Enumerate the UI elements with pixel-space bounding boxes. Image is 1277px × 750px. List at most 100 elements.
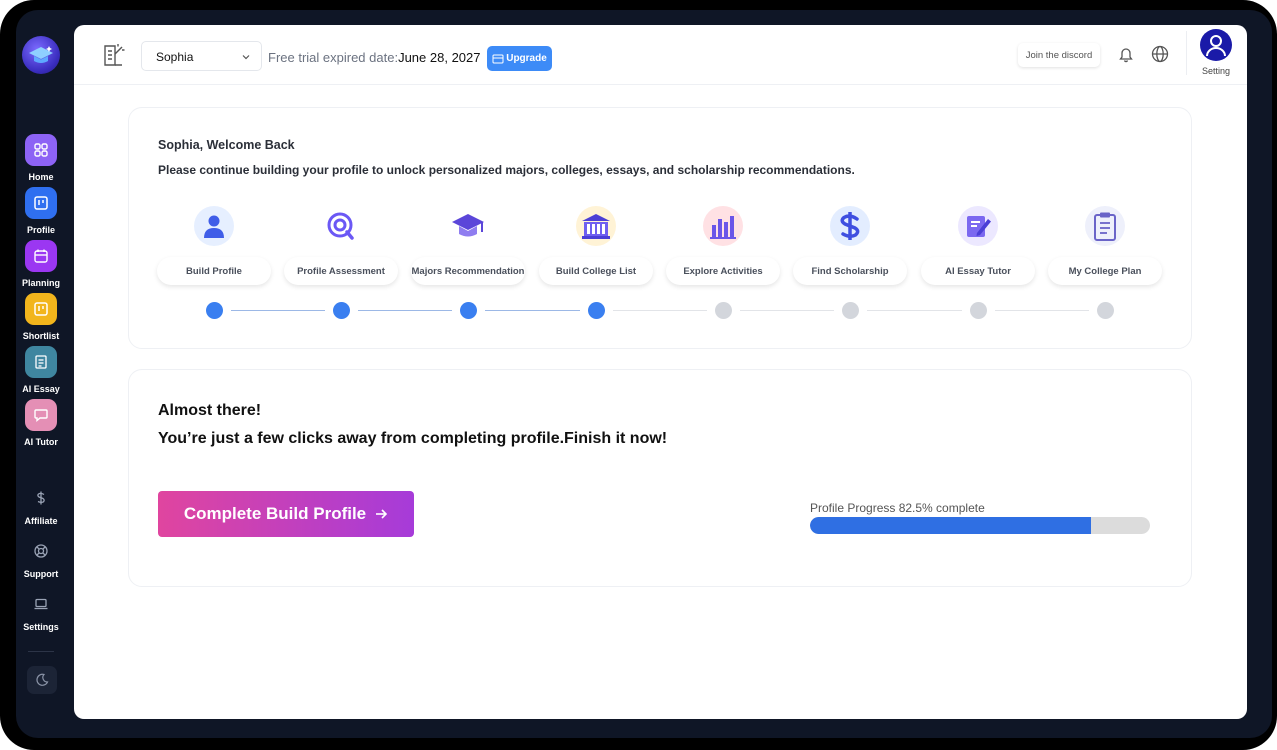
step-connector — [230, 310, 325, 311]
progress-label: Profile Progress 82.5% complete — [810, 501, 985, 515]
board-icon — [25, 187, 57, 219]
sidebar-item-label: Planning — [22, 278, 60, 288]
step-build-profile[interactable]: Build Profile — [157, 206, 271, 285]
step-label: Build College List — [539, 257, 653, 285]
step-profile-assessment[interactable]: Profile Assessment — [284, 206, 398, 285]
step-connector — [357, 310, 452, 311]
dark-mode-toggle[interactable] — [27, 666, 57, 694]
step-dot — [841, 302, 859, 319]
dollar-icon — [25, 486, 57, 510]
user-icon — [1206, 35, 1226, 57]
step-connector — [484, 310, 580, 311]
sidebar-item-label: Affiliate — [24, 516, 58, 526]
sidebar-item-label: Settings — [23, 622, 59, 632]
list-icon — [25, 293, 57, 325]
sidebar-item-label: Support — [23, 569, 59, 579]
sidebar-item-label: Home — [28, 172, 54, 182]
laptop-icon — [25, 592, 57, 616]
step-dot — [459, 302, 477, 319]
welcome-title: Sophia, Welcome Back — [158, 138, 295, 152]
lifebuoy-icon — [25, 539, 57, 563]
step-connector — [994, 310, 1089, 311]
sidebar-item-label: AI Tutor — [24, 437, 58, 447]
setting-menu[interactable]: Setting — [1196, 29, 1236, 76]
step-dot — [205, 302, 223, 319]
progress-headline: Almost there! — [158, 402, 262, 419]
sidebar-item-planning[interactable]: Planning — [16, 240, 66, 288]
step-label: Explore Activities — [666, 257, 780, 285]
sidebar-divider — [28, 651, 54, 652]
step-my-college-plan[interactable]: My College Plan — [1048, 206, 1162, 285]
chevron-down-icon — [241, 51, 251, 65]
sidebar-item-home[interactable]: Home — [16, 134, 66, 182]
sidebar-item-label: Shortlist — [22, 331, 60, 341]
progress-subheadline: You’re just a few clicks away from compl… — [158, 430, 668, 447]
device-frame: Home Profile Planning Shortlist AI Essay… — [0, 0, 1277, 750]
step-label: My College Plan — [1048, 257, 1162, 285]
step-label: AI Essay Tutor — [921, 257, 1035, 285]
step-dot — [587, 302, 605, 319]
step-dot — [969, 302, 987, 319]
cta-label: Complete Build Profile — [183, 504, 367, 523]
sidebar-item-ai-tutor[interactable]: AI Tutor — [16, 399, 66, 447]
sidebar-item-support[interactable]: Support — [16, 539, 66, 579]
top-bar: Sophia Free trial expired date:June 28, … — [74, 25, 1247, 85]
trial-label: Free trial expired date: — [268, 50, 399, 65]
upgrade-label: Upgrade — [506, 53, 547, 64]
setting-label: Setting — [1201, 66, 1231, 76]
step-label: Majors Recommendation — [411, 257, 525, 285]
main-panel: Sophia Free trial expired date:June 28, … — [74, 25, 1247, 719]
step-dot — [1096, 302, 1114, 319]
step-explore-activities[interactable]: Explore Activities — [666, 206, 780, 285]
chat-icon — [25, 399, 57, 431]
college-building-icon — [576, 206, 616, 246]
step-label: Find Scholarship — [793, 257, 907, 285]
grid-icon — [25, 134, 57, 166]
step-build-college-list[interactable]: Build College List — [539, 206, 653, 285]
document-icon[interactable] — [102, 42, 126, 73]
bar-chart-icon — [703, 206, 743, 246]
sidebar-item-label: AI Essay — [22, 384, 60, 394]
sidebar-item-ai-essay[interactable]: AI Essay — [16, 346, 66, 394]
topbar-divider — [1186, 31, 1187, 75]
step-majors-recommendation[interactable]: Majors Recommendation — [411, 206, 525, 285]
sidebar-item-profile[interactable]: Profile — [16, 187, 66, 235]
step-connector — [739, 310, 834, 311]
step-ai-essay-tutor[interactable]: AI Essay Tutor — [921, 206, 1035, 285]
welcome-card: Sophia, Welcome Back Please continue bui… — [128, 107, 1192, 349]
complete-build-profile-button[interactable]: Complete Build Profile — [158, 491, 414, 537]
step-label: Build Profile — [157, 257, 271, 285]
person-icon — [194, 206, 234, 246]
student-select[interactable]: Sophia — [141, 41, 262, 71]
dollar-sign-icon — [830, 206, 870, 246]
arrow-right-icon — [376, 509, 388, 519]
step-find-scholarship[interactable]: Find Scholarship — [793, 206, 907, 285]
step-dot — [714, 302, 732, 319]
sidebar-item-shortlist[interactable]: Shortlist — [16, 293, 66, 341]
moon-icon — [36, 673, 49, 686]
welcome-subtitle: Please continue building your profile to… — [158, 163, 855, 177]
sidebar-item-label: Profile — [26, 225, 55, 235]
discord-label: Join the discord — [1025, 49, 1093, 61]
sidebar-item-settings[interactable]: Settings — [16, 592, 66, 632]
bell-icon[interactable] — [1118, 46, 1134, 68]
app-logo[interactable] — [22, 36, 60, 74]
join-discord-button[interactable]: Join the discord — [1018, 43, 1100, 67]
avatar — [1200, 29, 1232, 61]
trial-info: Free trial expired date:June 28, 2027 — [268, 50, 480, 65]
card-icon — [492, 54, 504, 63]
clipboard-icon — [1085, 206, 1125, 246]
sidebar-item-affiliate[interactable]: Affiliate — [16, 486, 66, 526]
globe-icon[interactable] — [1151, 45, 1169, 68]
progress-bar — [810, 517, 1150, 534]
profile-progress-card: Almost there! You’re just a few clicks a… — [128, 369, 1192, 587]
pencil-note-icon — [958, 206, 998, 246]
student-name: Sophia — [156, 50, 194, 64]
calendar-icon — [25, 240, 57, 272]
essay-icon — [25, 346, 57, 378]
upgrade-button[interactable]: Upgrade — [487, 46, 552, 71]
sidebar: Home Profile Planning Shortlist AI Essay… — [16, 10, 74, 738]
graduation-cap-icon — [448, 206, 488, 246]
step-connector — [612, 310, 707, 311]
step-dot — [332, 302, 350, 319]
